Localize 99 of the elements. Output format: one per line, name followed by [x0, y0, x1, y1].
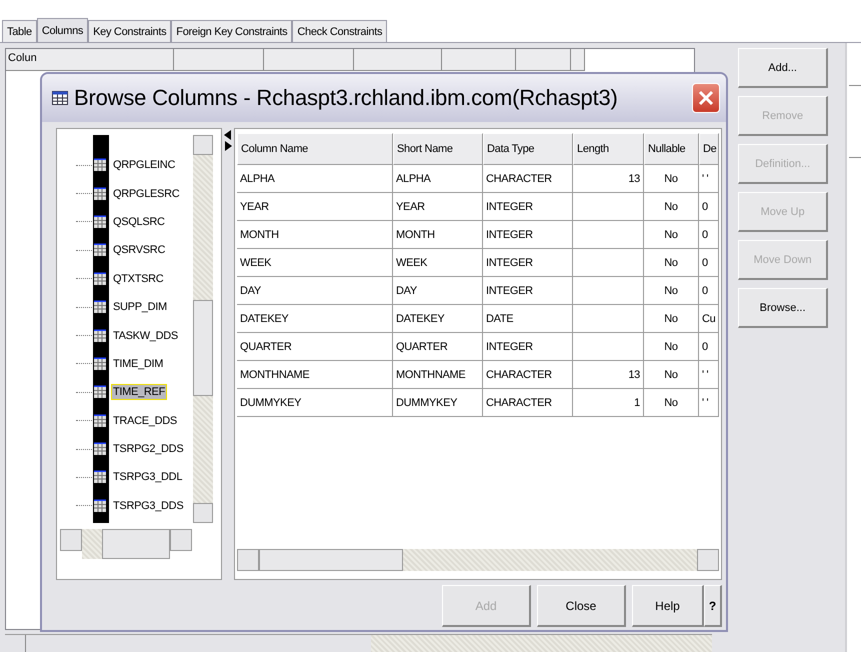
window-title: Browse Columns - Rchaspt3.rchland.ibm.com(Rchaspt3) — [74, 85, 619, 111]
table-cell: 0 — [699, 221, 719, 249]
table-cell: ' ' — [699, 361, 719, 389]
table-cell: QUARTER — [237, 333, 393, 361]
column-header[interactable]: De — [699, 133, 719, 165]
table-cell — [573, 249, 644, 277]
table-cell: DUMMYKEY — [393, 389, 483, 417]
table-cell: YEAR — [393, 193, 483, 221]
table-cell — [573, 193, 644, 221]
tab[interactable]: Key Constraints — [88, 20, 172, 42]
table-cell: 13 — [573, 165, 644, 193]
dialog-button[interactable]: ? — [704, 585, 722, 627]
table-cell: No — [644, 333, 699, 361]
tree-item[interactable]: QSRVSRC — [111, 242, 168, 258]
tree-item[interactable]: QSQLSRC — [111, 214, 167, 230]
table-cell: ' ' — [699, 165, 719, 193]
tree-item[interactable]: QTXTSRC — [111, 270, 166, 287]
table-cell: DAY — [393, 277, 483, 305]
table-cell: YEAR — [237, 193, 393, 221]
table-cell: MONTHNAME — [393, 361, 483, 389]
tree-item[interactable]: QRPGLESRC — [111, 186, 182, 202]
tree-item[interactable]: TSRPG3_DDS — [111, 498, 186, 514]
tree-item[interactable]: TIME_REF — [111, 384, 167, 400]
tree-item[interactable]: TSRPG3_DDL — [111, 469, 184, 486]
side-button[interactable]: Browse... — [738, 288, 828, 328]
table-cell — [573, 333, 644, 361]
splitter-arrows-icon[interactable] — [224, 130, 232, 152]
table-cell: DATEKEY — [393, 305, 483, 333]
table-cell: INTEGER — [483, 333, 573, 361]
table-cell: 0 — [699, 249, 719, 277]
table-cell: MONTHNAME — [237, 361, 393, 389]
table-cell: INTEGER — [483, 277, 573, 305]
column-header[interactable]: Data Type — [483, 133, 573, 165]
table-cell: MONTH — [393, 221, 483, 249]
column-header[interactable] — [516, 49, 571, 71]
table-cell: 13 — [573, 361, 644, 389]
table-cell: DATEKEY — [237, 305, 393, 333]
table-cell: INTEGER — [483, 193, 573, 221]
tree-item[interactable]: TRACE_DDS — [111, 412, 179, 429]
table-cell: No — [644, 305, 699, 333]
table-cell: DUMMYKEY — [237, 389, 393, 417]
column-header[interactable]: Colun — [6, 49, 174, 71]
table-cell: 1 — [573, 389, 644, 417]
tree-item[interactable]: QRPGLEINC — [111, 157, 178, 174]
vertical-scrollbar[interactable] — [193, 135, 213, 523]
table-cell: 0 — [699, 193, 719, 221]
column-header[interactable] — [354, 49, 442, 71]
table-cell: WEEK — [237, 249, 393, 277]
tree-item[interactable]: TASKW_DDS — [111, 328, 180, 344]
tab[interactable]: Check Constraints — [292, 20, 388, 42]
column-header[interactable]: Column Name — [237, 133, 393, 165]
table-cell: No — [644, 361, 699, 389]
tree-item[interactable]: TSRPG2_DDS — [111, 441, 186, 458]
table-cell: No — [644, 389, 699, 417]
table-cell — [573, 305, 644, 333]
table-cell: No — [644, 249, 699, 277]
table-cell: ALPHA — [393, 165, 483, 193]
close-icon — [697, 89, 715, 107]
table-cell: ALPHA — [237, 165, 393, 193]
column-header[interactable]: Length — [573, 133, 644, 165]
table-cell — [573, 221, 644, 249]
table-cell: Cu — [699, 305, 719, 333]
column-header[interactable] — [264, 49, 354, 71]
tab[interactable]: Table — [2, 20, 37, 42]
table-cell: CHARACTER — [483, 361, 573, 389]
horizontal-scrollbar[interactable] — [5, 634, 712, 652]
dialog-button[interactable]: Help — [632, 585, 704, 627]
table-cell: CHARACTER — [483, 389, 573, 417]
horizontal-scrollbar[interactable] — [60, 529, 193, 559]
column-header[interactable]: Short Name — [393, 133, 483, 165]
column-header[interactable]: Nullable — [644, 133, 699, 165]
tab[interactable]: Columns — [36, 18, 88, 42]
table-cell: DATE — [483, 305, 573, 333]
column-header[interactable] — [174, 49, 264, 71]
table-cell: CHARACTER — [483, 165, 573, 193]
table-cell: No — [644, 193, 699, 221]
table-cell: INTEGER — [483, 249, 573, 277]
table-icon — [52, 91, 68, 105]
table-cell: MONTH — [237, 221, 393, 249]
column-header[interactable] — [442, 49, 516, 71]
side-button[interactable]: Add... — [738, 48, 828, 88]
table-cell: ' ' — [699, 389, 719, 417]
horizontal-scrollbar[interactable] — [237, 549, 719, 571]
table-cell: 0 — [699, 277, 719, 305]
dialog-button[interactable]: Close — [537, 585, 626, 627]
table-cell — [573, 277, 644, 305]
tree-item[interactable]: SUPP_DIM — [111, 299, 169, 316]
tree-item[interactable]: TIME_DIM — [111, 356, 166, 372]
table-cell: WEEK — [393, 249, 483, 277]
table-cell: No — [644, 277, 699, 305]
close-button[interactable] — [692, 83, 720, 113]
table-cell: No — [644, 165, 699, 193]
column-header[interactable] — [571, 49, 585, 71]
table-cell: QUARTER — [393, 333, 483, 361]
tab[interactable]: Foreign Key Constraints — [171, 20, 292, 42]
table-cell: 0 — [699, 333, 719, 361]
table-cell: No — [644, 221, 699, 249]
table-cell: DAY — [237, 277, 393, 305]
table-cell: INTEGER — [483, 221, 573, 249]
